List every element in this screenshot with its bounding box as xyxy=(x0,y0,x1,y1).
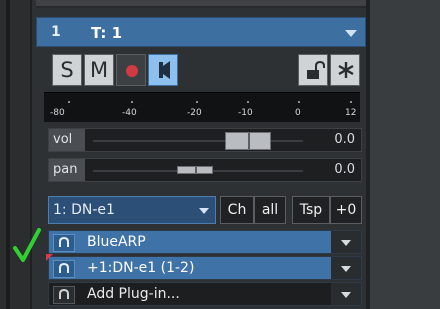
left-edge-divider xyxy=(6,0,10,309)
bypass-flag-icon xyxy=(46,254,53,261)
track-name[interactable]: T: 1 xyxy=(91,24,122,42)
volume-fader-handle[interactable] xyxy=(225,132,271,150)
midi-routing-row: 1: DN-e1 Ch all Tsp +0 xyxy=(48,196,362,224)
transpose-label: Tsp xyxy=(292,196,330,224)
pan-label: pan xyxy=(49,159,85,181)
monitor-speaker-icon xyxy=(159,61,170,79)
add-plugin-label: Add Plug-in... xyxy=(87,286,180,302)
chevron-down-icon xyxy=(199,208,209,214)
right-panel xyxy=(370,0,440,309)
chevron-down-icon xyxy=(341,292,351,298)
insert-slot-menu[interactable] xyxy=(331,283,361,305)
star-icon xyxy=(338,62,354,78)
meter-tick xyxy=(350,101,352,103)
mixer-stage: 1 T: 1 S M -80 -40 -20 -10 0 12 vol 0.0 … xyxy=(0,0,440,309)
volume-row: vol 0.0 xyxy=(48,128,362,152)
track-header[interactable]: 1 T: 1 xyxy=(36,17,366,47)
track-number: 1 xyxy=(51,24,61,40)
meter-tick-label: -20 xyxy=(187,108,202,118)
mute-button[interactable]: M xyxy=(84,54,114,86)
lock-button[interactable] xyxy=(298,54,328,86)
meter-tick xyxy=(247,101,249,103)
channel-label: Ch xyxy=(220,196,254,224)
output-device-value: 1: DN-e1 xyxy=(53,202,115,218)
chevron-down-icon xyxy=(341,266,351,272)
star-button[interactable] xyxy=(330,54,360,86)
plugin-icon[interactable] xyxy=(53,286,75,304)
insert-slot-label: BlueARP xyxy=(87,234,146,250)
add-plugin-slot[interactable]: Add Plug-in... xyxy=(48,282,362,306)
volume-value[interactable]: 0.0 xyxy=(334,132,355,147)
meter-tick-label: -10 xyxy=(238,108,253,118)
track-controls: S M xyxy=(44,54,360,86)
insert-slot[interactable]: BlueARP xyxy=(48,230,362,254)
transpose-value[interactable]: +0 xyxy=(330,196,362,224)
volume-label: vol xyxy=(49,129,85,151)
chevron-down-icon xyxy=(341,240,351,246)
meter-tick-label: -40 xyxy=(122,108,137,118)
insert-slot-label: +1:DN-e1 (1-2) xyxy=(87,260,195,276)
output-device-select[interactable]: 1: DN-e1 xyxy=(48,196,216,224)
insert-slot-menu[interactable] xyxy=(331,231,361,253)
level-meter-scale: -80 -40 -20 -10 0 12 xyxy=(44,92,360,122)
insert-slot[interactable]: +1:DN-e1 (1-2) xyxy=(48,256,362,280)
meter-tick-label: -80 xyxy=(50,108,65,118)
insert-slot-menu[interactable] xyxy=(331,257,361,279)
channel-select[interactable]: all xyxy=(254,196,286,224)
meter-tick xyxy=(298,101,300,103)
record-icon xyxy=(126,65,138,77)
meter-tick-label: 0 xyxy=(295,108,301,118)
plugin-icon[interactable] xyxy=(53,234,75,252)
pan-slider-handle[interactable] xyxy=(177,166,213,174)
monitor-button[interactable] xyxy=(148,54,178,86)
solo-button[interactable]: S xyxy=(52,54,82,86)
pan-value[interactable]: 0.0 xyxy=(334,162,355,177)
meter-tick xyxy=(131,101,133,103)
pan-row: pan 0.0 xyxy=(48,158,362,182)
plugin-icon[interactable] xyxy=(53,260,75,278)
strip-top-bar xyxy=(36,0,366,8)
record-arm-button[interactable] xyxy=(116,54,146,86)
volume-fader-track[interactable] xyxy=(93,140,303,142)
chevron-down-icon[interactable] xyxy=(345,30,357,37)
checkmark-icon xyxy=(13,228,41,262)
lock-icon xyxy=(307,60,325,79)
meter-tick xyxy=(196,101,198,103)
meter-tick-label: 12 xyxy=(345,108,357,118)
meter-tick xyxy=(68,101,70,103)
